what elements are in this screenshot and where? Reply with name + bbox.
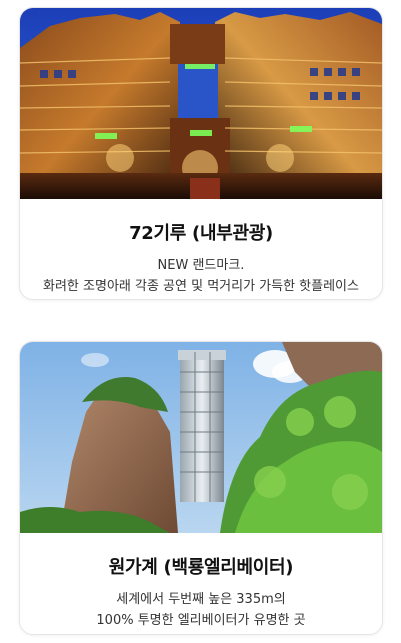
cliff-elevator-photo bbox=[20, 342, 382, 533]
attraction-title: 72기루 (내부관광) bbox=[129, 223, 273, 244]
description-line-2: 화려한 조명아래 각종 공연 및 먹거리가 가득한 핫플레이스 bbox=[43, 279, 359, 294]
attraction-description: NEW 랜드마크. 화려한 조명아래 각종 공연 및 먹거리가 가득한 핫플레이… bbox=[20, 255, 382, 297]
description-line-1: NEW 랜드마크. bbox=[157, 258, 245, 273]
tower-night-photo bbox=[20, 8, 382, 199]
attraction-title: 원가계 (백룡엘리베이터) bbox=[108, 557, 294, 578]
description-line-1: 세계에서 두번째 높은 335m의 bbox=[116, 592, 286, 607]
attraction-card-72-tower[interactable]: 72기루 (내부관광) NEW 랜드마크. 화려한 조명아래 각종 공연 및 먹… bbox=[19, 7, 383, 300]
attraction-card-bailong-elevator[interactable]: 원가계 (백룡엘리베이터) 세계에서 두번째 높은 335m의 100% 투명한… bbox=[19, 341, 383, 635]
description-line-2: 100% 투명한 엘리베이터가 유명한 곳 bbox=[96, 613, 306, 628]
attraction-description: 세계에서 두번째 높은 335m의 100% 투명한 엘리베이터가 유명한 곳 bbox=[20, 589, 382, 631]
